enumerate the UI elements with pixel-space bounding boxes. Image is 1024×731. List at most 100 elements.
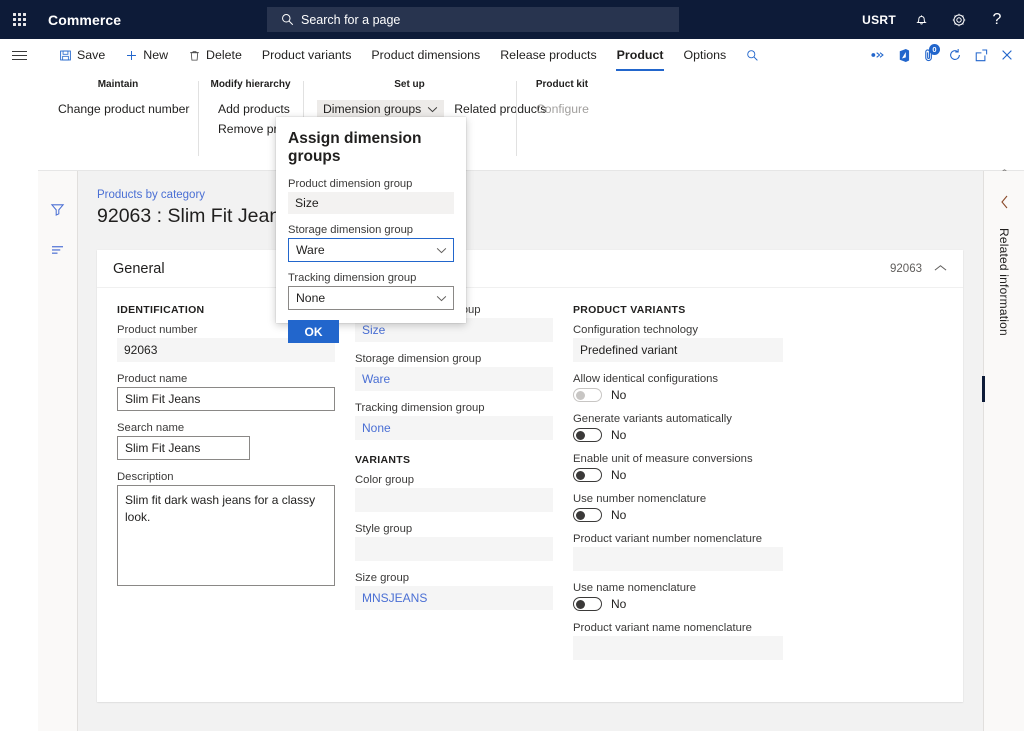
- variants-section-title: VARIANTS: [355, 454, 553, 466]
- chevron-down-icon: [436, 243, 447, 257]
- chevron-down-icon: [436, 291, 447, 305]
- ribbon-group-maintain: Maintain Change product number: [38, 71, 198, 170]
- identification-column: IDENTIFICATION Product number 92063 Prod…: [107, 304, 345, 671]
- storage-dimension-group-value[interactable]: Ware: [355, 367, 553, 391]
- new-button[interactable]: New: [115, 39, 178, 71]
- popout-icon[interactable]: [968, 39, 994, 71]
- breadcrumb[interactable]: Products by category: [97, 189, 983, 201]
- use-name-nomenclature-value: No: [611, 597, 626, 611]
- product-dimensions-button[interactable]: Product dimensions: [361, 39, 490, 71]
- general-fasttab-title: General: [113, 261, 165, 277]
- tab-options[interactable]: Options: [673, 39, 736, 71]
- add-products-button[interactable]: Add products: [212, 100, 289, 118]
- top-bar-actions: USRT ?: [856, 0, 1016, 39]
- product-name-input[interactable]: Slim Fit Jeans: [117, 387, 335, 411]
- chevron-left-icon[interactable]: [1000, 195, 1009, 214]
- related-information-label[interactable]: Related information: [997, 228, 1011, 336]
- dialog-storage-dimension-group-label: Storage dimension group: [288, 224, 454, 236]
- close-icon[interactable]: [994, 39, 1020, 71]
- general-fasttab-header[interactable]: General 92063: [97, 250, 963, 288]
- personalize-icon[interactable]: [864, 39, 890, 71]
- allow-identical-configurations-label: Allow identical configurations: [573, 373, 783, 385]
- chevron-up-icon[interactable]: [934, 263, 947, 275]
- description-field: Description Slim fit dark wash jeans for…: [117, 471, 335, 586]
- app-launcher-icon[interactable]: [0, 0, 39, 39]
- dialog-tracking-dimension-group-value: None: [296, 291, 325, 305]
- enable-uom-conversions-toggle[interactable]: [573, 468, 602, 482]
- sort-lines-icon[interactable]: [38, 229, 77, 269]
- tracking-dimension-group-value[interactable]: None: [355, 416, 553, 440]
- variant-number-nomenclature-value: [573, 547, 783, 571]
- description-textarea[interactable]: Slim fit dark wash jeans for a classy lo…: [117, 485, 335, 586]
- dialog-product-dimension-group-value: Size: [288, 192, 454, 214]
- search-name-input[interactable]: Slim Fit Jeans: [117, 436, 250, 460]
- size-group-value[interactable]: MNSJEANS: [355, 586, 553, 610]
- company-selector[interactable]: USRT: [856, 0, 902, 39]
- new-label: New: [143, 48, 168, 62]
- search-name-label: Search name: [117, 422, 335, 434]
- rail-accent-marker: [982, 376, 985, 402]
- chevron-down-icon: [427, 102, 438, 116]
- dialog-product-dimension-group-label: Product dimension group: [288, 178, 454, 190]
- general-fasttab-summary-id: 92063: [890, 263, 922, 275]
- dimension-groups-button[interactable]: Dimension groups: [317, 100, 444, 118]
- size-group-label: Size group: [355, 572, 553, 584]
- ribbon-group-title: Modify hierarchy: [198, 79, 303, 90]
- dialog-storage-dimension-group-select[interactable]: Ware: [288, 238, 454, 262]
- general-fasttab-body: IDENTIFICATION Product number 92063 Prod…: [97, 288, 963, 671]
- dialog-tracking-dimension-group-select[interactable]: None: [288, 286, 454, 310]
- variant-number-nomenclature-label: Product variant number nomenclature: [573, 533, 783, 545]
- global-search-input[interactable]: Search for a page: [267, 7, 679, 32]
- use-name-nomenclature-toggle[interactable]: [573, 597, 602, 611]
- dialog-ok-button[interactable]: OK: [288, 320, 339, 343]
- delete-label: Delete: [206, 48, 242, 62]
- page-title: 92063 : Slim Fit Jeans: [97, 205, 983, 228]
- product-variants-column: PRODUCT VARIANTS Configuration technolog…: [563, 304, 793, 671]
- ribbon-group-title: Set up: [303, 79, 516, 90]
- gear-icon[interactable]: [940, 0, 978, 39]
- variant-name-nomenclature-value: [573, 636, 783, 660]
- funnel-icon[interactable]: [38, 189, 77, 229]
- attachments-icon[interactable]: 0: [916, 39, 942, 71]
- color-group-value[interactable]: [355, 488, 553, 512]
- storage-dimension-group-label: Storage dimension group: [355, 353, 553, 365]
- dialog-storage-dimension-group-field: Storage dimension group Ware: [288, 224, 454, 262]
- color-group-label: Color group: [355, 474, 553, 486]
- bell-icon[interactable]: [902, 0, 940, 39]
- dialog-storage-dimension-group-value: Ware: [296, 243, 325, 257]
- trash-icon: [188, 49, 201, 62]
- release-products-button[interactable]: Release products: [490, 39, 606, 71]
- product-variants-section-title: PRODUCT VARIANTS: [573, 304, 783, 316]
- style-group-field: Style group: [355, 523, 553, 561]
- office-icon[interactable]: [890, 39, 916, 71]
- action-pane: Save New De: [0, 39, 1024, 71]
- ribbon-group-title: Product kit: [516, 79, 608, 90]
- refresh-icon[interactable]: [942, 39, 968, 71]
- product-name-field: Product name Slim Fit Jeans: [117, 373, 335, 411]
- generate-variants-automatically-label: Generate variants automatically: [573, 413, 783, 425]
- assign-dimension-groups-dialog: Assign dimension groups Product dimensio…: [276, 117, 466, 323]
- dimension-groups-label: Dimension groups: [323, 102, 421, 116]
- ribbon-search-button[interactable]: [736, 39, 769, 71]
- use-number-nomenclature-field: Use number nomenclature No: [573, 493, 783, 522]
- generate-variants-automatically-toggle[interactable]: [573, 428, 602, 442]
- navigation-menu-icon[interactable]: [0, 39, 38, 71]
- save-label: Save: [77, 48, 105, 62]
- change-product-number-button[interactable]: Change product number: [52, 100, 184, 118]
- general-fasttab-card: General 92063 IDENTIFICATION Product num…: [97, 250, 963, 702]
- related-information-rail: Related information: [983, 171, 1024, 731]
- action-pane-right-icons: 0: [864, 39, 1020, 71]
- use-number-nomenclature-toggle[interactable]: [573, 508, 602, 522]
- attachments-count-badge: 0: [929, 44, 940, 55]
- product-variants-button[interactable]: Product variants: [252, 39, 362, 71]
- variant-number-nomenclature-field: Product variant number nomenclature: [573, 533, 783, 571]
- save-button[interactable]: Save: [49, 39, 115, 71]
- question-mark-icon[interactable]: ?: [978, 0, 1016, 39]
- generate-variants-automatically-value: No: [611, 428, 626, 442]
- delete-button[interactable]: Delete: [178, 39, 252, 71]
- variant-name-nomenclature-field: Product variant name nomenclature: [573, 622, 783, 660]
- style-group-value[interactable]: [355, 537, 553, 561]
- description-label: Description: [117, 471, 335, 483]
- tab-product[interactable]: Product: [607, 39, 674, 71]
- use-number-nomenclature-value: No: [611, 508, 626, 522]
